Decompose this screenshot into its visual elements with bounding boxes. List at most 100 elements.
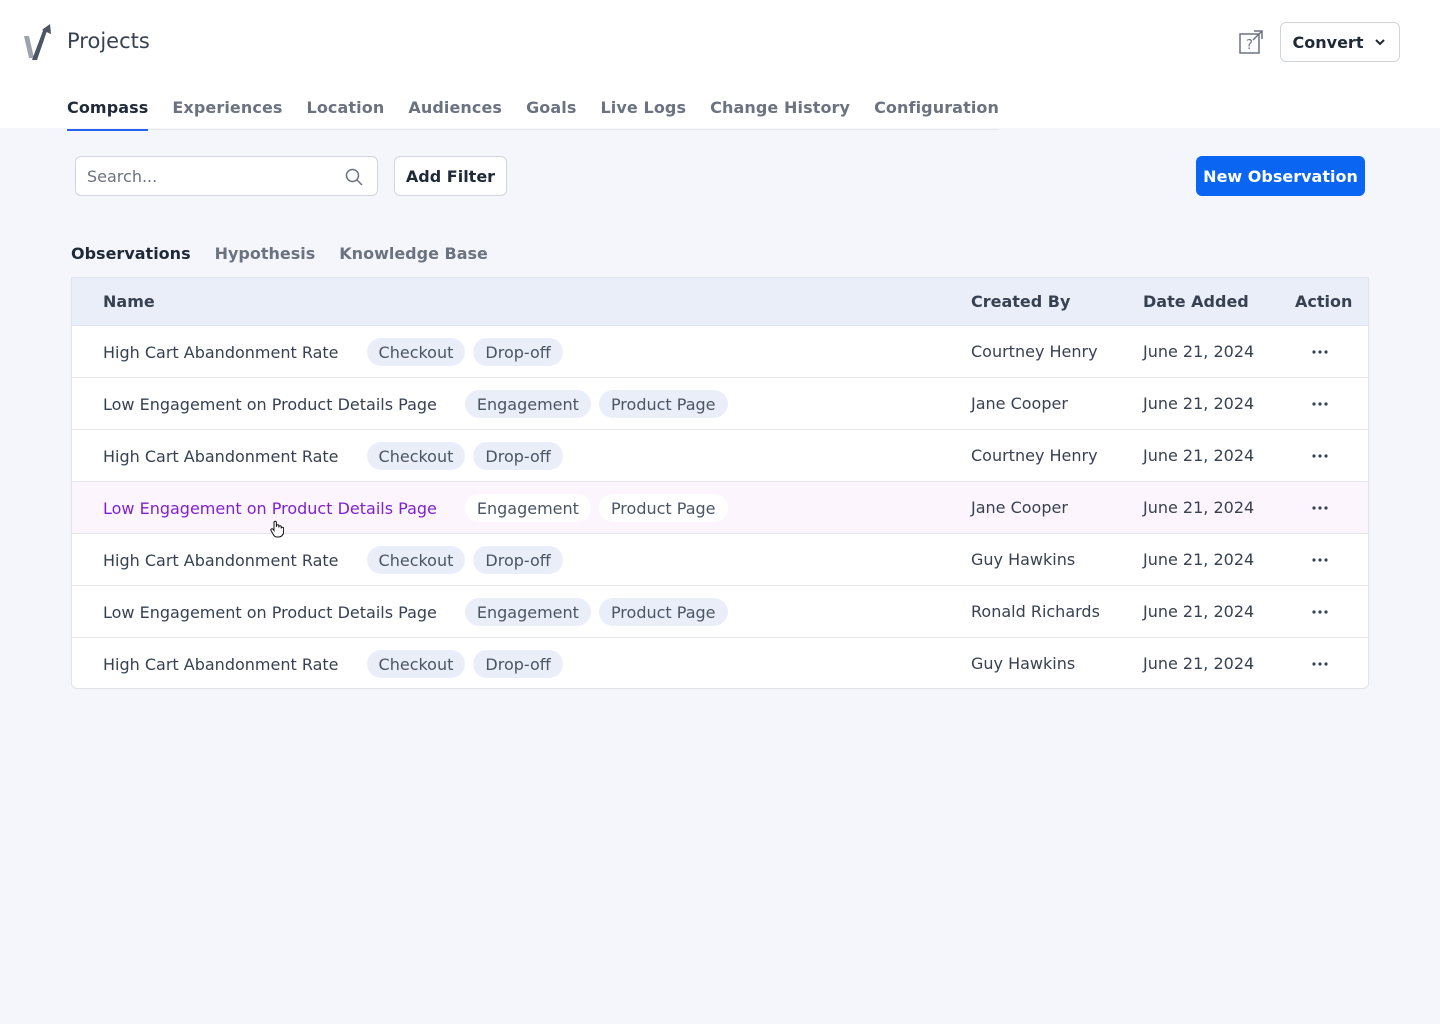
tab-configuration[interactable]: Configuration: [874, 86, 999, 130]
tag-badge: Product Page: [598, 494, 728, 522]
tag-list: Engagement Product Page: [464, 390, 728, 418]
table-row[interactable]: Low Engagement on Product Details Page En…: [72, 482, 1368, 534]
table-row[interactable]: High Cart Abandonment Rate Checkout Drop-o…: [72, 326, 1368, 378]
row-action-button[interactable]: [1306, 548, 1334, 572]
date-added-cell: June 21, 2024: [1143, 602, 1255, 621]
more-horizontal-icon: [1312, 402, 1328, 406]
more-horizontal-icon: [1312, 506, 1328, 510]
table-row[interactable]: High Cart Abandonment Rate Checkout Drop-o…: [72, 638, 1368, 688]
more-horizontal-icon: [1312, 662, 1328, 666]
row-action-button[interactable]: [1306, 496, 1334, 520]
tab-compass[interactable]: Compass: [67, 86, 149, 131]
tab-hypothesis[interactable]: Hypothesis: [215, 234, 316, 278]
row-action-button[interactable]: [1306, 392, 1334, 416]
more-horizontal-icon: [1312, 558, 1328, 562]
logo-icon[interactable]: [24, 24, 52, 60]
sub-tabs: Observations Hypothesis Knowledge Base: [71, 234, 488, 279]
search-input[interactable]: [87, 157, 337, 195]
table-row[interactable]: Low Engagement on Product Details Page En…: [72, 586, 1368, 638]
tab-location[interactable]: Location: [307, 86, 385, 130]
row-action-button[interactable]: [1306, 600, 1334, 624]
name-cell: High Cart Abandonment Rate Checkout Drop-o…: [103, 326, 563, 378]
tab-experiences[interactable]: Experiences: [172, 86, 282, 130]
tab-live-logs[interactable]: Live Logs: [601, 86, 687, 130]
tag-badge: Checkout: [366, 546, 466, 574]
date-added-cell: June 21, 2024: [1143, 394, 1255, 413]
tag-list: Checkout Drop-off: [366, 650, 563, 678]
help-external-icon[interactable]: ?: [1238, 29, 1264, 55]
header-action: Action: [1295, 292, 1353, 311]
name-cell: High Cart Abandonment Rate Checkout Drop-o…: [103, 534, 563, 586]
tag-badge: Checkout: [366, 338, 466, 366]
table-header: Name Created By Date Added Action: [72, 278, 1368, 326]
observation-name-link[interactable]: Low Engagement on Product Details Page: [103, 395, 437, 414]
tab-knowledge-base[interactable]: Knowledge Base: [339, 234, 488, 278]
table-row[interactable]: High Cart Abandonment Rate Checkout Drop-o…: [72, 534, 1368, 586]
date-added-cell: June 21, 2024: [1143, 446, 1255, 465]
created-by-cell: Jane Cooper: [971, 394, 1068, 413]
created-by-cell: Ronald Richards: [971, 602, 1100, 621]
tab-goals[interactable]: Goals: [526, 86, 576, 130]
tab-change-history[interactable]: Change History: [710, 86, 850, 130]
tab-audiences[interactable]: Audiences: [408, 86, 502, 130]
more-horizontal-icon: [1312, 454, 1328, 458]
tag-badge: Engagement: [464, 598, 591, 626]
tab-observations[interactable]: Observations: [71, 234, 191, 279]
add-filter-button[interactable]: Add Filter: [394, 156, 507, 196]
search-box: [75, 156, 378, 196]
main-nav: Compass Experiences Location Audiences G…: [67, 86, 999, 131]
observation-name-link[interactable]: High Cart Abandonment Rate: [103, 343, 339, 362]
app-title: Projects: [67, 29, 150, 53]
name-cell: Low Engagement on Product Details Page En…: [103, 378, 728, 430]
tag-badge: Checkout: [366, 650, 466, 678]
created-by-cell: Jane Cooper: [971, 498, 1068, 517]
created-by-cell: Guy Hawkins: [971, 654, 1076, 673]
top-bar: Projects ? Convert Compass Experiences L…: [0, 0, 1440, 131]
observation-name-link[interactable]: High Cart Abandonment Rate: [103, 551, 339, 570]
chevron-down-icon: [1375, 39, 1386, 46]
more-horizontal-icon: [1312, 610, 1328, 614]
tag-badge: Product Page: [598, 390, 728, 418]
tag-list: Engagement Product Page: [464, 494, 728, 522]
row-action-button[interactable]: [1306, 444, 1334, 468]
row-action-button[interactable]: [1306, 652, 1334, 676]
date-added-cell: June 21, 2024: [1143, 550, 1255, 569]
tag-badge: Checkout: [366, 442, 466, 470]
name-cell: Low Engagement on Product Details Page En…: [103, 482, 728, 534]
convert-dropdown-button[interactable]: Convert: [1280, 22, 1400, 62]
tag-list: Engagement Product Page: [464, 598, 728, 626]
tag-badge: Product Page: [598, 598, 728, 626]
observation-name-link[interactable]: Low Engagement on Product Details Page: [103, 499, 437, 518]
header-date-added[interactable]: Date Added: [1143, 292, 1249, 311]
tag-list: Checkout Drop-off: [366, 442, 563, 470]
name-cell: High Cart Abandonment Rate Checkout Drop-o…: [103, 430, 563, 482]
tag-badge: Drop-off: [473, 650, 563, 678]
tag-badge: Drop-off: [473, 546, 563, 574]
more-horizontal-icon: [1312, 350, 1328, 354]
observations-table: Name Created By Date Added Action High C…: [71, 277, 1369, 689]
new-observation-button[interactable]: New Observation: [1196, 156, 1365, 196]
date-added-cell: June 21, 2024: [1143, 498, 1255, 517]
tag-badge: Drop-off: [473, 338, 563, 366]
tag-badge: Drop-off: [473, 442, 563, 470]
date-added-cell: June 21, 2024: [1143, 342, 1255, 361]
observation-name-link[interactable]: High Cart Abandonment Rate: [103, 447, 339, 466]
created-by-cell: Guy Hawkins: [971, 550, 1076, 569]
convert-label: Convert: [1292, 32, 1364, 52]
table-row[interactable]: Low Engagement on Product Details Page En…: [72, 378, 1368, 430]
date-added-cell: June 21, 2024: [1143, 654, 1255, 673]
created-by-cell: Courtney Henry: [971, 342, 1098, 361]
table-body: High Cart Abandonment Rate Checkout Drop-o…: [72, 326, 1368, 688]
observation-name-link[interactable]: High Cart Abandonment Rate: [103, 655, 339, 674]
tag-list: Checkout Drop-off: [366, 338, 563, 366]
tag-badge: Engagement: [464, 390, 591, 418]
header-created-by[interactable]: Created By: [971, 292, 1070, 311]
header-name[interactable]: Name: [103, 292, 155, 311]
tag-list: Checkout Drop-off: [366, 546, 563, 574]
name-cell: High Cart Abandonment Rate Checkout Drop-o…: [103, 638, 563, 688]
row-action-button[interactable]: [1306, 340, 1334, 364]
table-row[interactable]: High Cart Abandonment Rate Checkout Drop-o…: [72, 430, 1368, 482]
search-icon[interactable]: [345, 168, 363, 186]
created-by-cell: Courtney Henry: [971, 446, 1098, 465]
observation-name-link[interactable]: Low Engagement on Product Details Page: [103, 603, 437, 622]
